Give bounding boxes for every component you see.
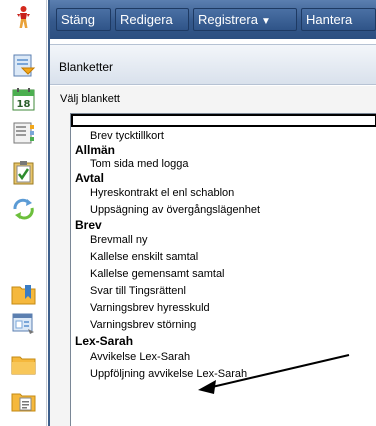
list-item[interactable]: Uppsägning av övergångslägenhet [90,204,260,216]
list-item[interactable]: Hyreskontrakt el enl schablon [90,187,234,199]
group-header: Brev [75,218,102,232]
window-icon[interactable] [11,311,36,336]
close-button-label: Stäng [61,12,95,27]
list-item[interactable]: Tom sida med logga [90,158,188,170]
list-item[interactable]: Varningsbrev hyresskuld [90,302,210,314]
selected-row[interactable] [71,114,376,127]
register-dropdown-button[interactable]: Registrera ▼ [193,8,297,31]
panel-header: Blanketter [50,44,376,85]
checklist-icon[interactable] [11,160,36,185]
list-item[interactable]: Varningsbrev störning [90,319,196,331]
svg-text:18: 18 [17,99,31,110]
rail-separator [46,0,47,426]
form-listbox[interactable]: Brev tycktillkort Allmän Tom sida med lo… [70,113,376,426]
list-item[interactable]: Kallelse enskilt samtal [90,251,198,263]
list-item[interactable]: Kallelse gemensamt samtal [90,268,225,280]
manage-button-label: Hantera [306,12,353,27]
panel-title: Blanketter [59,60,114,74]
forms-panel: Välj blankett Brev tycktillkort Allmän T… [50,86,376,426]
calendar-icon[interactable]: 18 [11,87,36,112]
list-item[interactable]: Brevmall ny [90,234,147,246]
list-item[interactable]: Uppföljning avvikelse Lex-Sarah [90,368,247,380]
folder-document-icon[interactable] [11,388,36,413]
folder-icon[interactable] [11,351,36,376]
list-item[interactable]: Avvikelse Lex-Sarah [90,351,190,363]
edit-button-label: Redigera [120,12,173,27]
list-item[interactable]: Brev tycktillkort [90,130,164,142]
toolbar: Stäng Redigera Registrera ▼ Hantera [50,0,376,39]
form-icon[interactable] [11,53,36,78]
list-item[interactable]: Svar till Tingsrättenl [90,285,186,297]
close-button[interactable]: Stäng [56,8,111,31]
edit-button[interactable]: Redigera [115,8,189,31]
chevron-down-icon: ▼ [260,16,271,27]
contacts-icon[interactable] [11,120,36,145]
select-form-label: Välj blankett [60,93,120,105]
group-header: Avtal [75,171,104,185]
register-button-label: Registrera [198,12,258,27]
folder-bookmark-icon[interactable] [11,281,36,306]
icon-rail: 18 [0,0,46,426]
group-header: Allmän [75,143,116,157]
person-icon[interactable] [11,5,36,30]
group-header: Lex-Sarah [75,334,134,348]
manage-button[interactable]: Hantera [301,8,376,31]
refresh-icon[interactable] [11,196,36,221]
